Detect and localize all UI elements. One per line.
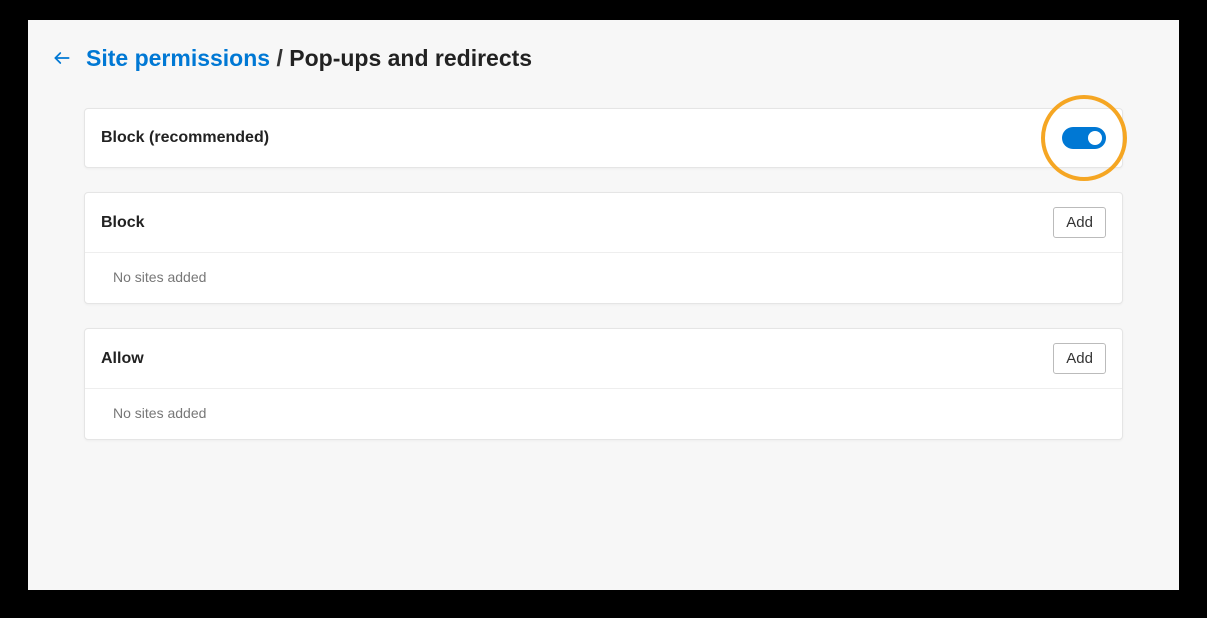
allow-list-card: Allow Add No sites added <box>84 328 1123 440</box>
block-empty-text: No sites added <box>85 252 1122 303</box>
block-list-card: Block Add No sites added <box>84 192 1123 304</box>
block-add-button[interactable]: Add <box>1053 207 1106 238</box>
breadcrumb-current: Pop-ups and redirects <box>289 45 532 72</box>
breadcrumb: Site permissions / Pop-ups and redirects <box>48 44 1155 72</box>
breadcrumb-parent-link[interactable]: Site permissions <box>86 45 270 72</box>
block-list-title: Block <box>101 214 145 232</box>
allow-empty-text: No sites added <box>85 388 1122 439</box>
content-area: Block (recommended) Block Add No sites a… <box>52 108 1155 440</box>
toggle-knob <box>1088 131 1102 145</box>
allow-list-title: Allow <box>101 350 144 368</box>
back-arrow-icon[interactable] <box>48 44 76 72</box>
block-toggle-wrap <box>1062 127 1106 149</box>
allow-add-button[interactable]: Add <box>1053 343 1106 374</box>
settings-page: Site permissions / Pop-ups and redirects… <box>28 20 1179 590</box>
block-toggle[interactable] <box>1062 127 1106 149</box>
block-recommended-card: Block (recommended) <box>84 108 1123 168</box>
block-recommended-label: Block (recommended) <box>101 129 269 147</box>
breadcrumb-separator: / <box>270 45 289 72</box>
